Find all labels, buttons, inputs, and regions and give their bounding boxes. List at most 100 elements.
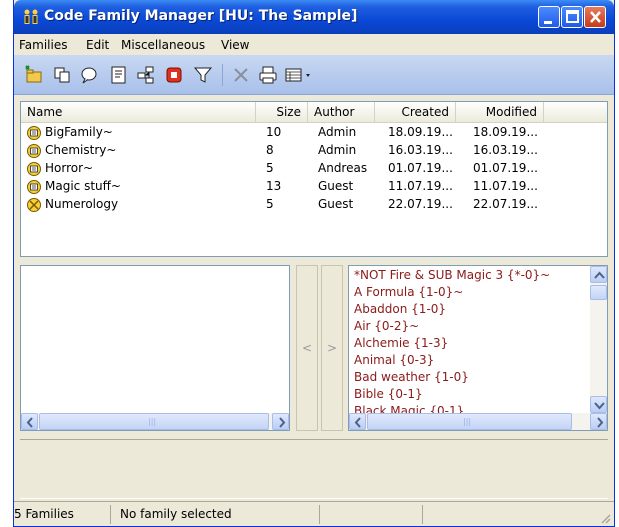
family-size: 5 <box>266 161 274 175</box>
column-author[interactable]: Author <box>308 102 375 123</box>
menu-miscellaneous[interactable]: Miscellaneous <box>121 38 205 52</box>
copy-icon <box>54 67 70 83</box>
family-created: 18.09.19... <box>388 125 453 139</box>
code-item[interactable]: Air {0-2}~ <box>354 319 419 333</box>
close-icon <box>590 11 601 23</box>
scroll-thumb[interactable] <box>590 285 607 300</box>
code-family-icon <box>27 144 41 158</box>
maximize-button[interactable] <box>561 6 583 28</box>
table-row[interactable]: Chemistry~ 8 Admin 16.03.19... 16.03.19... <box>21 142 607 160</box>
family-name: BigFamily~ <box>45 125 113 139</box>
delete-button[interactable] <box>230 64 252 86</box>
comment-panel <box>20 439 608 499</box>
scroll-left-button[interactable] <box>349 413 366 430</box>
toolbar-separator <box>222 64 223 86</box>
new-family-button[interactable] <box>23 64 45 86</box>
scroll-right-button[interactable] <box>590 413 607 430</box>
move-right-label: > <box>326 341 338 355</box>
family-author: Guest <box>318 197 354 211</box>
comment-icon <box>81 67 97 84</box>
code-item[interactable]: Bad weather {1-0} <box>354 370 469 384</box>
stop-button[interactable] <box>163 64 185 86</box>
code-item[interactable]: Animal {0-3} <box>354 353 434 367</box>
arrow-right-icon <box>279 417 286 428</box>
close-button[interactable] <box>584 6 606 28</box>
move-left-button[interactable]: < <box>296 265 318 431</box>
family-modified: 01.07.19... <box>473 161 538 175</box>
family-author: Andreas <box>318 161 368 175</box>
code-item[interactable]: A Formula {1-0}~ <box>354 285 463 299</box>
family-count: 5 Families <box>14 507 74 521</box>
family-created: 22.07.19... <box>388 197 453 211</box>
print-button[interactable] <box>257 64 279 86</box>
family-size: 10 <box>266 125 282 139</box>
family-size: 8 <box>266 143 274 157</box>
scroll-down-button[interactable] <box>590 396 607 413</box>
code-item[interactable]: Bible {0-1} <box>354 387 423 401</box>
filter-icon <box>193 67 213 83</box>
status-divider <box>319 505 320 524</box>
comment-button[interactable] <box>78 64 100 86</box>
column-modified[interactable]: Modified <box>456 102 544 123</box>
family-author: Guest <box>318 179 354 193</box>
delete-icon <box>234 68 248 82</box>
resize-grip-icon[interactable] <box>599 512 612 525</box>
properties-icon <box>111 66 126 84</box>
menu-view[interactable]: View <box>221 38 249 52</box>
scroll-up-button[interactable] <box>590 266 607 283</box>
column-created[interactable]: Created <box>375 102 456 123</box>
table-row[interactable]: Magic stuff~ 13 Guest 11.07.19... 11.07.19..… <box>21 178 607 196</box>
table-row[interactable]: BigFamily~ 10 Admin 18.09.19... 18.09.19... <box>21 124 607 142</box>
family-codes-pane[interactable]: ||| <box>20 265 290 431</box>
title-bar[interactable]: Code Family Manager [HU: The Sample] <box>14 0 614 34</box>
family-name: Chemistry~ <box>45 143 117 157</box>
arrow-up-icon <box>594 271 605 279</box>
code-family-icon <box>27 198 41 212</box>
family-author: Admin <box>318 143 357 157</box>
maximize-icon <box>566 10 579 23</box>
family-name: Magic stuff~ <box>45 179 121 193</box>
family-modified: 22.07.19... <box>473 197 538 211</box>
properties-button[interactable] <box>108 64 130 86</box>
selection-status: No family selected <box>120 507 232 521</box>
column-name[interactable]: Name <box>21 102 256 123</box>
minimize-button[interactable] <box>538 6 560 28</box>
view-options-icon <box>285 68 310 82</box>
family-created: 01.07.19... <box>388 161 453 175</box>
horizontal-scrollbar[interactable]: ||| <box>349 413 607 430</box>
scroll-thumb[interactable]: ||| <box>367 413 572 430</box>
column-size[interactable]: Size <box>256 102 308 123</box>
family-name: Horror~ <box>45 161 94 175</box>
family-created: 16.03.19... <box>388 143 453 157</box>
family-modified: 18.09.19... <box>473 125 538 139</box>
table-row[interactable]: Numerology 5 Guest 22.07.19... 22.07.19... <box>21 196 607 214</box>
move-right-button[interactable]: > <box>321 265 343 431</box>
table-row[interactable]: Horror~ 5 Andreas 01.07.19... 01.07.19... <box>21 160 607 178</box>
status-divider <box>110 505 111 524</box>
view-options-button[interactable] <box>284 64 316 86</box>
stop-icon <box>166 67 182 83</box>
scroll-right-button[interactable] <box>272 413 289 430</box>
family-author: Admin <box>318 125 357 139</box>
filter-button[interactable] <box>192 64 214 86</box>
code-item[interactable]: Abaddon {1-0} <box>354 302 446 316</box>
code-family-icon <box>27 180 41 194</box>
arrow-left-icon <box>26 417 33 428</box>
vertical-scrollbar[interactable] <box>590 266 607 413</box>
tree-button[interactable] <box>135 64 157 86</box>
window-title: Code Family Manager [HU: The Sample] <box>44 8 358 24</box>
all-codes-pane[interactable]: *NOT Fire & SUB Magic 3 {*-0}~ A Formula … <box>348 265 608 431</box>
new-family-icon <box>25 65 42 83</box>
scroll-left-button[interactable] <box>21 413 38 430</box>
copy-button[interactable] <box>51 64 73 86</box>
code-item[interactable]: Alchemie {1-3} <box>354 336 448 350</box>
menu-families[interactable]: Families <box>19 38 67 52</box>
scroll-thumb[interactable]: ||| <box>39 413 269 430</box>
horizontal-scrollbar[interactable]: ||| <box>21 413 289 430</box>
family-list[interactable]: Name Size Author Created Modified BigFam… <box>20 101 608 257</box>
grip-icon: ||| <box>463 417 472 426</box>
code-item[interactable]: *NOT Fire & SUB Magic 3 {*-0}~ <box>354 268 550 282</box>
code-family-icon <box>27 162 41 176</box>
menu-edit[interactable]: Edit <box>86 38 109 52</box>
status-bar: 5 Families No family selected <box>14 501 614 526</box>
